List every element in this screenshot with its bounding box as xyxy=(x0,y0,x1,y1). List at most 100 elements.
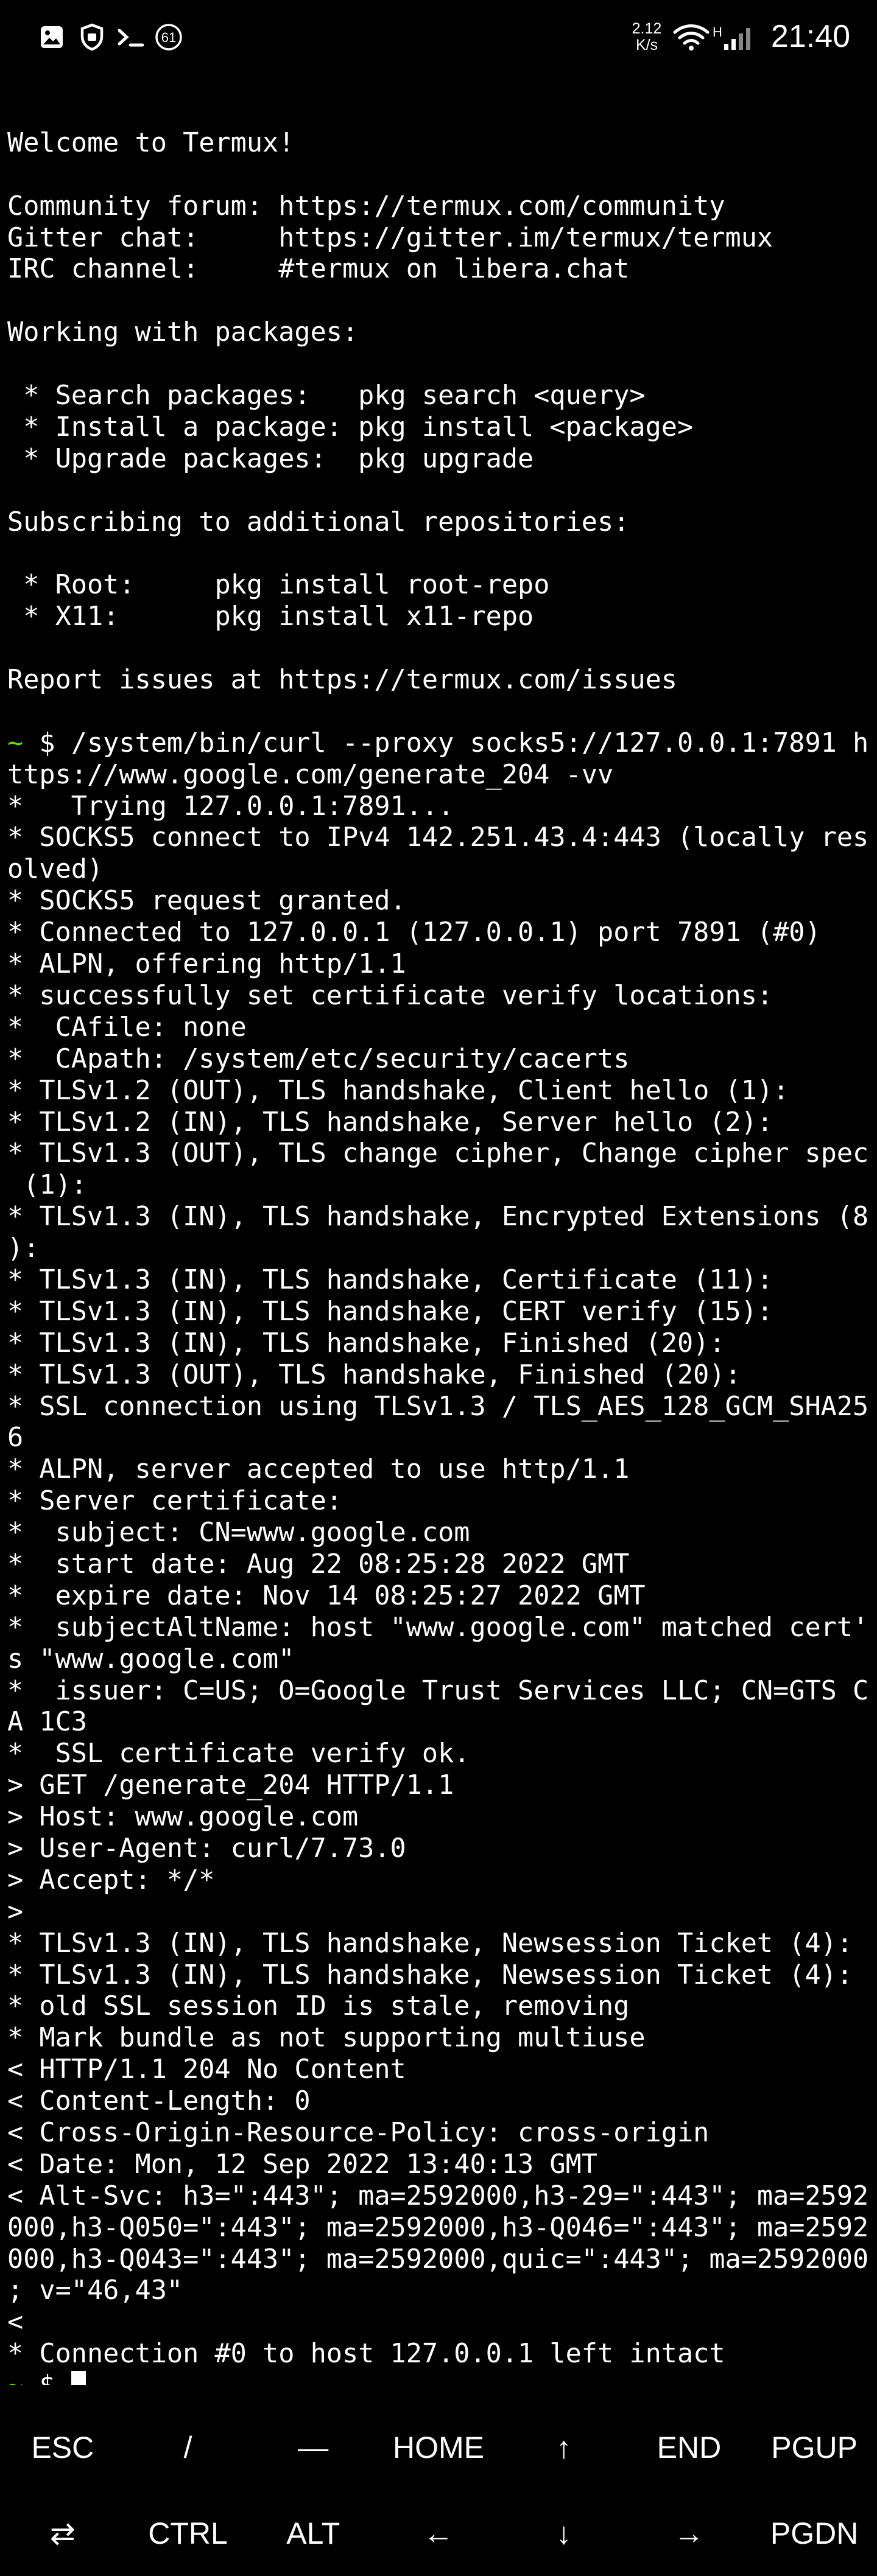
extra-keys-bar: ESC / — HOME ↑ END PGUP ⇄ CTRL ALT ← ↓ → PGDN xyxy=(0,2404,877,2576)
terminal-line: * TLSv1.3 (OUT), TLS handshake, Finished… xyxy=(7,1359,741,1390)
terminal-line: < Date: Mon, 12 Sep 2022 13:40:13 GMT xyxy=(7,2149,598,2180)
network-speed-value: 2.12 xyxy=(632,20,662,37)
terminal-line: * Upgrade packages: pkg upgrade xyxy=(7,443,534,474)
arrow-left-key[interactable]: ← xyxy=(376,2490,501,2576)
terminal-line: > xyxy=(7,1896,24,1927)
terminal-line: > User-Agent: curl/7.73.0 xyxy=(7,1833,406,1864)
terminal-line: * SSL certificate verify ok. xyxy=(7,1738,470,1769)
terminal-line: 000,h3-Q043=":443"; ma=2592000,quic=":44… xyxy=(7,2244,869,2275)
terminal-line: * CAfile: none xyxy=(7,1012,247,1043)
notification-count: 61 xyxy=(161,30,176,45)
network-speed-unit: K/s xyxy=(635,37,658,54)
terminal-line: * start date: Aug 22 08:25:28 2022 GMT xyxy=(7,1549,630,1580)
terminal-line: * TLSv1.3 (IN), TLS handshake, Certifica… xyxy=(7,1264,773,1295)
terminal-line: > Host: www.google.com xyxy=(7,1802,359,1833)
status-bar: 61 2.12 K/s H 21:40 xyxy=(0,0,877,79)
terminal-line: Community forum: https://termux.com/comm… xyxy=(7,191,725,222)
terminal-line: Working with packages: xyxy=(7,317,359,348)
terminal-line: 000,h3-Q050=":443"; ma=2592000,h3-Q046="… xyxy=(7,2212,869,2243)
terminal-line: olved) xyxy=(7,854,104,885)
terminal-line: < Content-Length: 0 xyxy=(7,2086,311,2117)
terminal-line: * X11: pkg install x11-repo xyxy=(7,601,534,632)
terminal-line: * Connected to 127.0.0.1 (127.0.0.1) por… xyxy=(7,917,821,948)
signal-icon xyxy=(722,23,756,51)
terminal-line: > GET /generate_204 HTTP/1.1 xyxy=(7,1770,454,1801)
page-up-key[interactable]: PGUP xyxy=(752,2404,877,2490)
terminal-line: * Install a package: pkg install <packag… xyxy=(7,411,694,443)
terminal-line: * SSL connection using TLSv1.3 / TLS_AES… xyxy=(7,1391,869,1422)
network-type: H xyxy=(713,24,722,40)
network-speed: 2.12 K/s xyxy=(627,21,666,54)
terminal-line: * Trying 127.0.0.1:7891... xyxy=(7,791,454,822)
terminal-line: * ALPN, server accepted to use http/1.1 xyxy=(7,1454,630,1485)
terminal-line: * TLSv1.2 (IN), TLS handshake, Server he… xyxy=(7,1107,773,1138)
page-down-key[interactable]: PGDN xyxy=(752,2490,877,2576)
tab-key[interactable]: ⇄ xyxy=(0,2490,125,2576)
terminal-output[interactable]: Welcome to Termux! Community forum: https… xyxy=(7,96,877,2385)
clock: 21:40 xyxy=(770,19,850,54)
terminal-line: * TLSv1.3 (OUT), TLS change cipher, Chan… xyxy=(7,1138,869,1169)
alt-key[interactable]: ALT xyxy=(250,2490,376,2576)
terminal-line: * TLSv1.3 (IN), TLS handshake, Finished … xyxy=(7,1328,725,1359)
prompt-tilde: ~ xyxy=(7,727,24,758)
terminal-line: ttps://www.google.com/generate_204 -vv xyxy=(7,759,614,790)
terminal-line: * TLSv1.3 (IN), TLS handshake, CERT veri… xyxy=(7,1296,773,1327)
prompt-tilde: ~ xyxy=(7,2370,23,2385)
end-key[interactable]: END xyxy=(627,2404,752,2490)
notification-count-icon: 61 xyxy=(153,23,184,51)
home-key[interactable]: HOME xyxy=(376,2404,501,2490)
prompt-dollar: $ xyxy=(23,2370,71,2385)
terminal-line: * Search packages: pkg search <query> xyxy=(7,380,646,411)
esc-key[interactable]: ESC xyxy=(0,2404,125,2490)
terminal-line: < Alt-Svc: h3=":443"; ma=2592000,h3-29="… xyxy=(7,2180,869,2211)
terminal-icon xyxy=(116,23,146,51)
terminal-line: * ALPN, offering http/1.1 xyxy=(7,949,406,980)
terminal-line: * Connection #0 to host 127.0.0.1 left i… xyxy=(7,2339,725,2370)
terminal-line: (1): xyxy=(7,1170,87,1201)
gallery-icon xyxy=(38,23,66,51)
command-text: $ /system/bin/curl --proxy socks5://127.… xyxy=(23,727,869,758)
terminal-line: s "www.google.com" xyxy=(7,1643,295,1675)
arrow-up-key[interactable]: ↑ xyxy=(501,2404,627,2490)
terminal-line: Gitter chat: https://gitter.im/termux/te… xyxy=(7,222,773,253)
terminal-line: Welcome to Termux! xyxy=(7,127,295,158)
shield-icon xyxy=(78,23,106,51)
terminal-line: Report issues at https://termux.com/issu… xyxy=(7,665,677,696)
terminal-line: < HTTP/1.1 204 No Content xyxy=(7,2054,406,2085)
cursor xyxy=(71,2371,86,2385)
ctrl-key[interactable]: CTRL xyxy=(125,2490,251,2576)
terminal-line: * TLSv1.3 (IN), TLS handshake, Newsessio… xyxy=(7,1959,853,1990)
terminal-line: < Cross-Origin-Resource-Policy: cross-or… xyxy=(7,2118,710,2148)
terminal-line: * expire date: Nov 14 08:25:27 2022 GMT xyxy=(7,1580,646,1611)
terminal-line: * Root: pkg install root-repo xyxy=(7,570,550,601)
terminal-line: * TLSv1.3 (IN), TLS handshake, Newsessio… xyxy=(7,1928,853,1959)
arrow-down-key[interactable]: ↓ xyxy=(501,2490,627,2576)
terminal-line: * successfully set certificate verify lo… xyxy=(7,980,773,1011)
terminal-line: * CApath: /system/etc/security/cacerts xyxy=(7,1043,630,1074)
slash-key[interactable]: / xyxy=(125,2404,251,2490)
terminal-line: * old SSL session ID is stale, removing xyxy=(7,1991,630,2022)
terminal-line: * TLSv1.3 (IN), TLS handshake, Encrypted… xyxy=(7,1202,869,1233)
terminal-line: * subject: CN=www.google.com xyxy=(7,1517,470,1549)
dash-key[interactable]: — xyxy=(250,2404,376,2490)
terminal-line: ; v="46,43" xyxy=(7,2275,183,2306)
wifi-icon xyxy=(671,23,714,51)
prompt-line[interactable]: ~ $ xyxy=(7,2370,877,2385)
arrow-right-key[interactable]: → xyxy=(627,2490,752,2576)
terminal-line: * SOCKS5 connect to IPv4 142.251.43.4:44… xyxy=(7,822,869,853)
terminal-line: * SOCKS5 request granted. xyxy=(7,886,406,917)
terminal-line: IRC channel: #termux on libera.chat xyxy=(7,254,630,285)
terminal-line: * Server certificate: xyxy=(7,1486,342,1517)
terminal-line: * issuer: C=US; O=Google Trust Services … xyxy=(7,1675,869,1706)
terminal-line: ~ $ /system/bin/curl --proxy socks5://12… xyxy=(7,728,877,760)
terminal-line: * subjectAltName: host "www.google.com" … xyxy=(7,1612,869,1643)
terminal-line: * Mark bundle as not supporting multiuse xyxy=(7,2023,646,2054)
terminal-line: * TLSv1.2 (OUT), TLS handshake, Client h… xyxy=(7,1075,789,1106)
